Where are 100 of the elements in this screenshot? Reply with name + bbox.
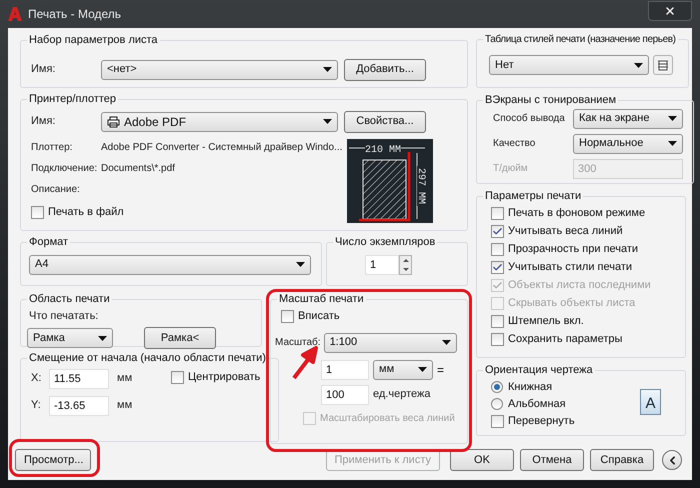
printer-icon [107,116,120,128]
radio-label: Книжная [508,380,552,395]
caret-icon [668,141,677,146]
caret-icon [668,116,677,121]
option-dropdown[interactable]: Нормальное [573,134,683,154]
offset-field[interactable]: -13.65 [49,396,109,416]
down-arrow-icon [402,268,408,270]
equals-sign: = [437,362,444,378]
radio-button[interactable] [491,398,503,410]
checkbox[interactable] [171,371,184,384]
option-dropdown[interactable]: Как на экране [573,108,683,128]
group-title: Ориентация чертежа [484,363,594,378]
checkbox[interactable] [31,206,44,219]
paper-units-field[interactable]: 1 [321,360,369,380]
dialog-button[interactable]: Отмена [520,449,584,471]
caret-icon [634,62,643,68]
caret-icon [442,340,451,345]
checkbox-label: Печать в фоновом режиме [508,206,646,222]
checkbox-label: Скрывать объекты листа [508,296,636,312]
width-dimension: 210 MM [365,144,401,156]
info-value: Adobe PDF Converter - Системный драйвер Windo... [101,140,342,154]
spinner-control[interactable] [399,254,412,274]
checkbox-label: Сохранить параметры [508,332,622,348]
group-title: Принтер/плоттер [28,92,118,107]
caret-icon [323,67,332,72]
checkbox-label: Центрировать [188,370,260,386]
field-label: Имя: [31,114,56,130]
properties-button[interactable]: Свойства... [344,110,426,132]
field-label: мм [117,371,132,386]
close-icon [664,5,676,17]
up-arrow-icon [402,258,408,262]
paper-size-dropdown[interactable]: A4 [29,254,311,274]
group-title: Масштаб печати [278,292,365,307]
checkbox-label: Вписать [298,309,340,324]
field-label: Способ вывода [493,112,566,126]
drawing-units-field[interactable]: 100 [321,384,369,404]
dialog-button[interactable]: OK [450,449,514,471]
group-title: Таблица стилей печати (назначение перьев) [484,33,677,47]
checkbox-label: Объекты листа последними [508,278,651,294]
checkbox-label: Учитывать веса линий [508,224,623,240]
scale-dropdown[interactable]: 1:100 [324,332,457,352]
group-title: Смещение от начала (начало области печати) [28,351,267,366]
field-label: Что печатать: [29,308,100,324]
group-title: ВЭкраны с тонированием [484,93,618,108]
page-setup-dropdown[interactable]: <нет> [101,60,338,80]
checkbox-label: Масштабировать веса линий [320,412,455,426]
offset-field[interactable]: 11.55 [49,368,109,388]
edit-table-button[interactable] [653,55,673,75]
checkbox-label: Учитывать стили печати [508,260,632,276]
field-label: Подключение: [31,162,98,176]
add-button[interactable]: Добавить... [344,58,426,80]
group-title: Число экземпляров [334,235,436,250]
preview-button[interactable]: Просмотр... [15,449,91,471]
field-label: X: [31,371,42,386]
checkbox[interactable] [491,415,504,428]
checkbox-label: Перевернуть [508,414,575,430]
group-title: Параметры печати [484,189,582,204]
field-label: Т/дюйм [493,162,529,176]
pointer-arrow [291,345,319,381]
close-button[interactable] [648,1,692,21]
unit-dropdown[interactable]: мм [373,360,433,380]
window-title: Печать - Модель [28,6,122,23]
caret-icon [98,336,107,340]
caret-icon [418,367,427,372]
checkbox-label: Штемпель вкл. [508,314,584,330]
app-logo-icon [8,7,22,21]
info-value: Documents\*.pdf [101,162,175,176]
field-label: Плоттер: [31,140,74,154]
collapse-button[interactable] [662,450,682,470]
field-label: Y: [31,398,42,414]
printer-dropdown[interactable]: Adobe PDF [101,112,338,132]
field-label: ед.чертежа [373,387,430,402]
field-label: Качество [493,137,536,151]
checkbox[interactable] [491,261,504,274]
radio-button[interactable] [491,381,503,393]
checkbox[interactable] [491,333,504,346]
radio-label: Альбомная [508,396,566,412]
caret-icon [296,262,305,267]
checkbox[interactable] [491,243,504,256]
plot-area-dropdown[interactable]: Рамка [27,328,113,348]
checkbox[interactable] [281,310,294,323]
field-label: Имя: [31,62,56,78]
checkbox[interactable] [491,315,504,328]
group-title: Набор параметров листа [28,33,159,48]
plot-style-dropdown[interactable]: Нет [489,55,649,75]
group-title: Область печати [28,292,111,307]
window-button[interactable]: Рамка< [144,327,216,349]
checkbox[interactable] [491,207,504,220]
copies-field[interactable]: 1 [365,254,399,274]
height-dimension: 297 MM [415,168,426,204]
field-label: Масштаб: [275,336,321,350]
caret-icon [323,119,332,124]
group-title: Формат [28,235,70,250]
checkbox[interactable] [491,225,504,238]
dialog-button[interactable]: Справка [590,449,654,471]
checkbox-label: Печать в файл [48,205,124,220]
page-orientation-icon: A [640,388,661,414]
checkbox-label: Прозрачность при печати [508,242,638,258]
field-label: Описание: [31,182,81,196]
table-icon [657,59,669,71]
